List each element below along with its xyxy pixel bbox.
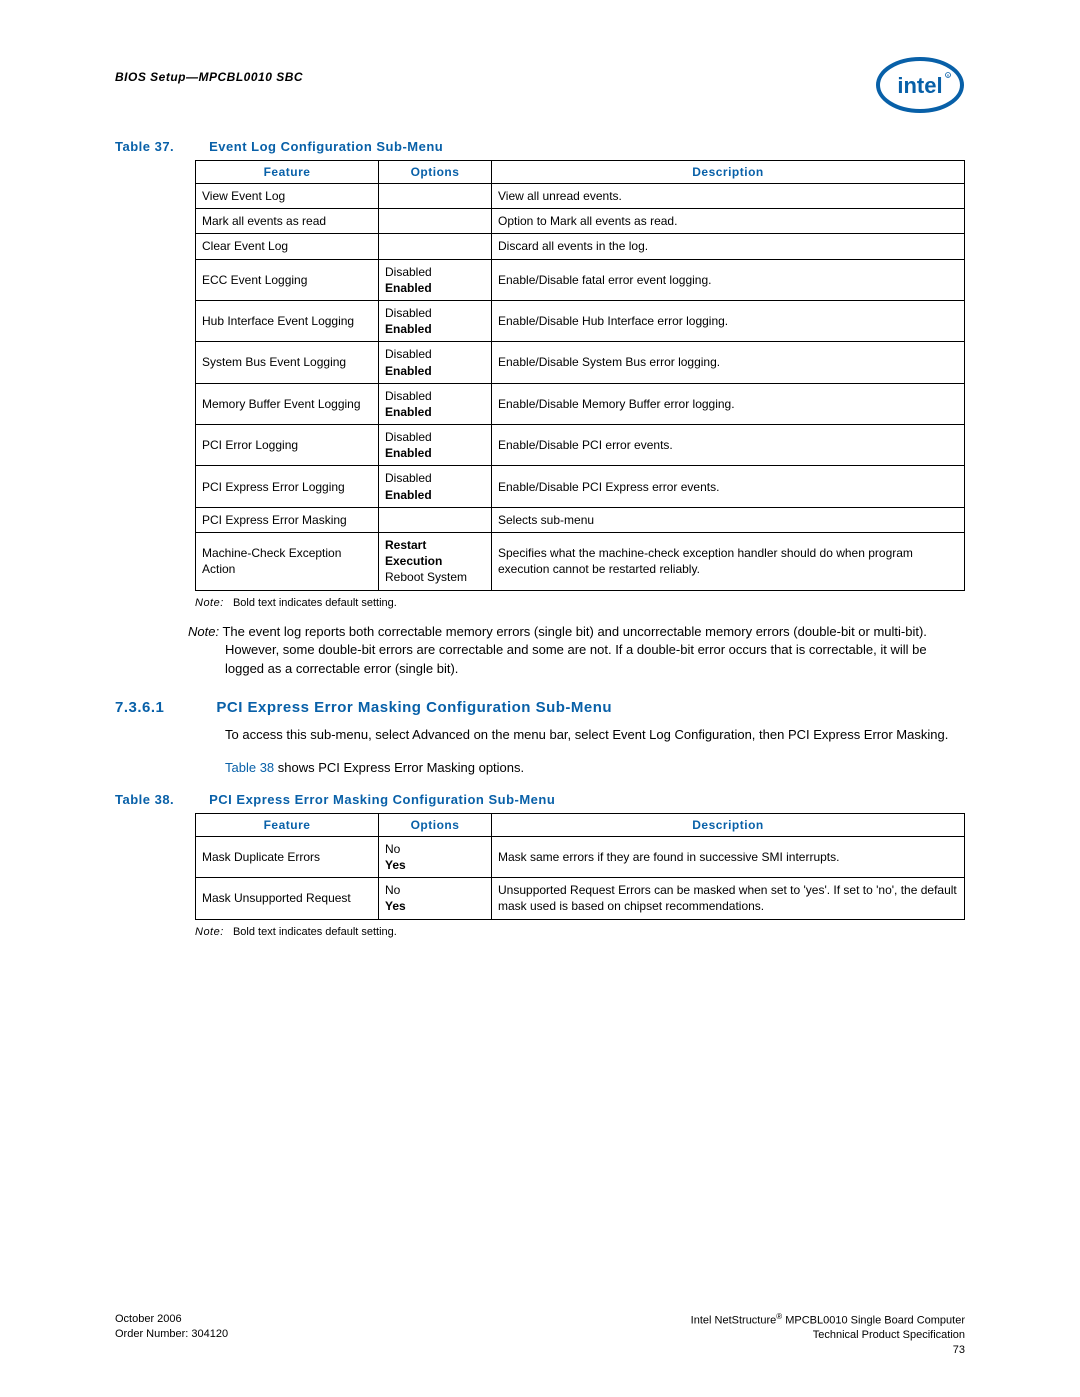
section-heading: 7.3.6.1 PCI Express Error Masking Config… [115,699,965,716]
cell-description: Specifies what the machine-check excepti… [492,533,965,591]
cell-options: NoYes [379,878,492,919]
table-row: System Bus Event Logging DisabledEnabled… [196,342,965,383]
table-row: Mask Duplicate Errors NoYes Mask same er… [196,836,965,877]
table37-caption-title: Event Log Configuration Sub-Menu [209,139,443,154]
cell-feature: Machine-Check Exception Action [196,533,379,591]
cell-feature: PCI Express Error Masking [196,507,379,532]
cell-description: Enable/Disable PCI error events. [492,425,965,466]
footer-order-number: Order Number: 304120 [115,1327,228,1341]
footer-doc-type: Technical Product Specification [691,1328,965,1342]
table-row: Machine-Check Exception Action Restart E… [196,533,965,591]
cell-options [379,234,492,259]
th-options: Options [379,813,492,836]
cell-feature: PCI Express Error Logging [196,466,379,507]
table37-caption-label: Table 37. [115,139,205,154]
table-row: ECC Event Logging DisabledEnabled Enable… [196,259,965,300]
th-feature: Feature [196,813,379,836]
table37-footnote: Note: Bold text indicates default settin… [195,597,965,609]
cell-description: Enable/Disable Memory Buffer error loggi… [492,383,965,424]
cell-feature: View Event Log [196,184,379,209]
cell-description: Option to Mark all events as read. [492,209,965,234]
table-header-row: Feature Options Description [196,161,965,184]
cell-feature: Clear Event Log [196,234,379,259]
table-row: PCI Express Error Masking Selects sub-me… [196,507,965,532]
paragraph-rest: shows PCI Express Error Masking options. [274,760,524,775]
footnote-text: Bold text indicates default setting. [233,597,397,609]
footnote-label: Note: [195,926,224,938]
table-row: Mask Unsupported Request NoYes Unsupport… [196,878,965,919]
cell-feature: PCI Error Logging [196,425,379,466]
paragraph: To access this sub-menu, select Advanced… [225,726,965,745]
cell-options: NoYes [379,836,492,877]
cell-description: Enable/Disable System Bus error logging. [492,342,965,383]
cell-options [379,209,492,234]
cell-options: DisabledEnabled [379,259,492,300]
footer-date: October 2006 [115,1312,228,1326]
cell-feature: System Bus Event Logging [196,342,379,383]
page: BIOS Setup—MPCBL0010 SBC intel R Table 3… [0,0,1080,1397]
cell-feature: Mark all events as read [196,209,379,234]
footer-left: October 2006 Order Number: 304120 [115,1312,228,1357]
table-row: PCI Express Error Logging DisabledEnable… [196,466,965,507]
note-text: The event log reports both correctable m… [222,624,926,677]
cell-description: Mask same errors if they are found in su… [492,836,965,877]
footnote-label: Note: [195,597,224,609]
table38-caption-title: PCI Express Error Masking Configuration … [209,792,555,807]
cell-options: DisabledEnabled [379,466,492,507]
table-header-row: Feature Options Description [196,813,965,836]
cell-feature: Mask Unsupported Request [196,878,379,919]
cell-feature: ECC Event Logging [196,259,379,300]
cell-options: DisabledEnabled [379,300,492,341]
cell-options [379,184,492,209]
section-title: PCI Express Error Masking Configuration … [216,699,612,716]
table38-caption-label: Table 38. [115,792,205,807]
intel-logo: intel R [875,55,965,118]
footer-product: Intel NetStructure® MPCBL0010 Single Boa… [691,1312,965,1328]
th-description: Description [492,813,965,836]
cell-feature: Mask Duplicate Errors [196,836,379,877]
cell-options [379,507,492,532]
svg-text:intel: intel [897,73,942,98]
cell-description: Enable/Disable fatal error event logging… [492,259,965,300]
table-row: Clear Event Log Discard all events in th… [196,234,965,259]
table37-caption: Table 37. Event Log Configuration Sub-Me… [115,139,965,154]
cell-feature: Hub Interface Event Logging [196,300,379,341]
th-feature: Feature [196,161,379,184]
cell-description: Selects sub-menu [492,507,965,532]
page-header: BIOS Setup—MPCBL0010 SBC [115,70,965,84]
cell-description: Discard all events in the log. [492,234,965,259]
table-row: View Event Log View all unread events. [196,184,965,209]
body-note: Note: The event log reports both correct… [225,623,965,680]
table37: Feature Options Description View Event L… [195,160,965,591]
table38-caption: Table 38. PCI Express Error Masking Conf… [115,792,965,807]
cell-options: DisabledEnabled [379,383,492,424]
section-number: 7.3.6.1 [115,699,164,716]
cell-options: DisabledEnabled [379,425,492,466]
cell-description: Enable/Disable PCI Express error events. [492,466,965,507]
table38-footnote: Note: Bold text indicates default settin… [195,926,965,938]
cell-feature: Memory Buffer Event Logging [196,383,379,424]
cell-description: View all unread events. [492,184,965,209]
footer-right: Intel NetStructure® MPCBL0010 Single Boa… [691,1312,965,1357]
th-options: Options [379,161,492,184]
table-row: Mark all events as read Option to Mark a… [196,209,965,234]
note-prefix: Note: [188,624,219,639]
cell-description: Enable/Disable Hub Interface error loggi… [492,300,965,341]
cell-options: DisabledEnabled [379,342,492,383]
footer-page-number: 73 [691,1343,965,1357]
table-reference: Table 38 [225,760,274,775]
cell-options: Restart ExecutionReboot System [379,533,492,591]
th-description: Description [492,161,965,184]
paragraph: Table 38 shows PCI Express Error Masking… [225,759,965,778]
table-row: PCI Error Logging DisabledEnabled Enable… [196,425,965,466]
footnote-text: Bold text indicates default setting. [233,926,397,938]
table-row: Hub Interface Event Logging DisabledEnab… [196,300,965,341]
doc-header-text: BIOS Setup—MPCBL0010 SBC [115,70,303,84]
table38: Feature Options Description Mask Duplica… [195,813,965,920]
table-row: Memory Buffer Event Logging DisabledEnab… [196,383,965,424]
page-footer: October 2006 Order Number: 304120 Intel … [115,1312,965,1357]
cell-description: Unsupported Request Errors can be masked… [492,878,965,919]
